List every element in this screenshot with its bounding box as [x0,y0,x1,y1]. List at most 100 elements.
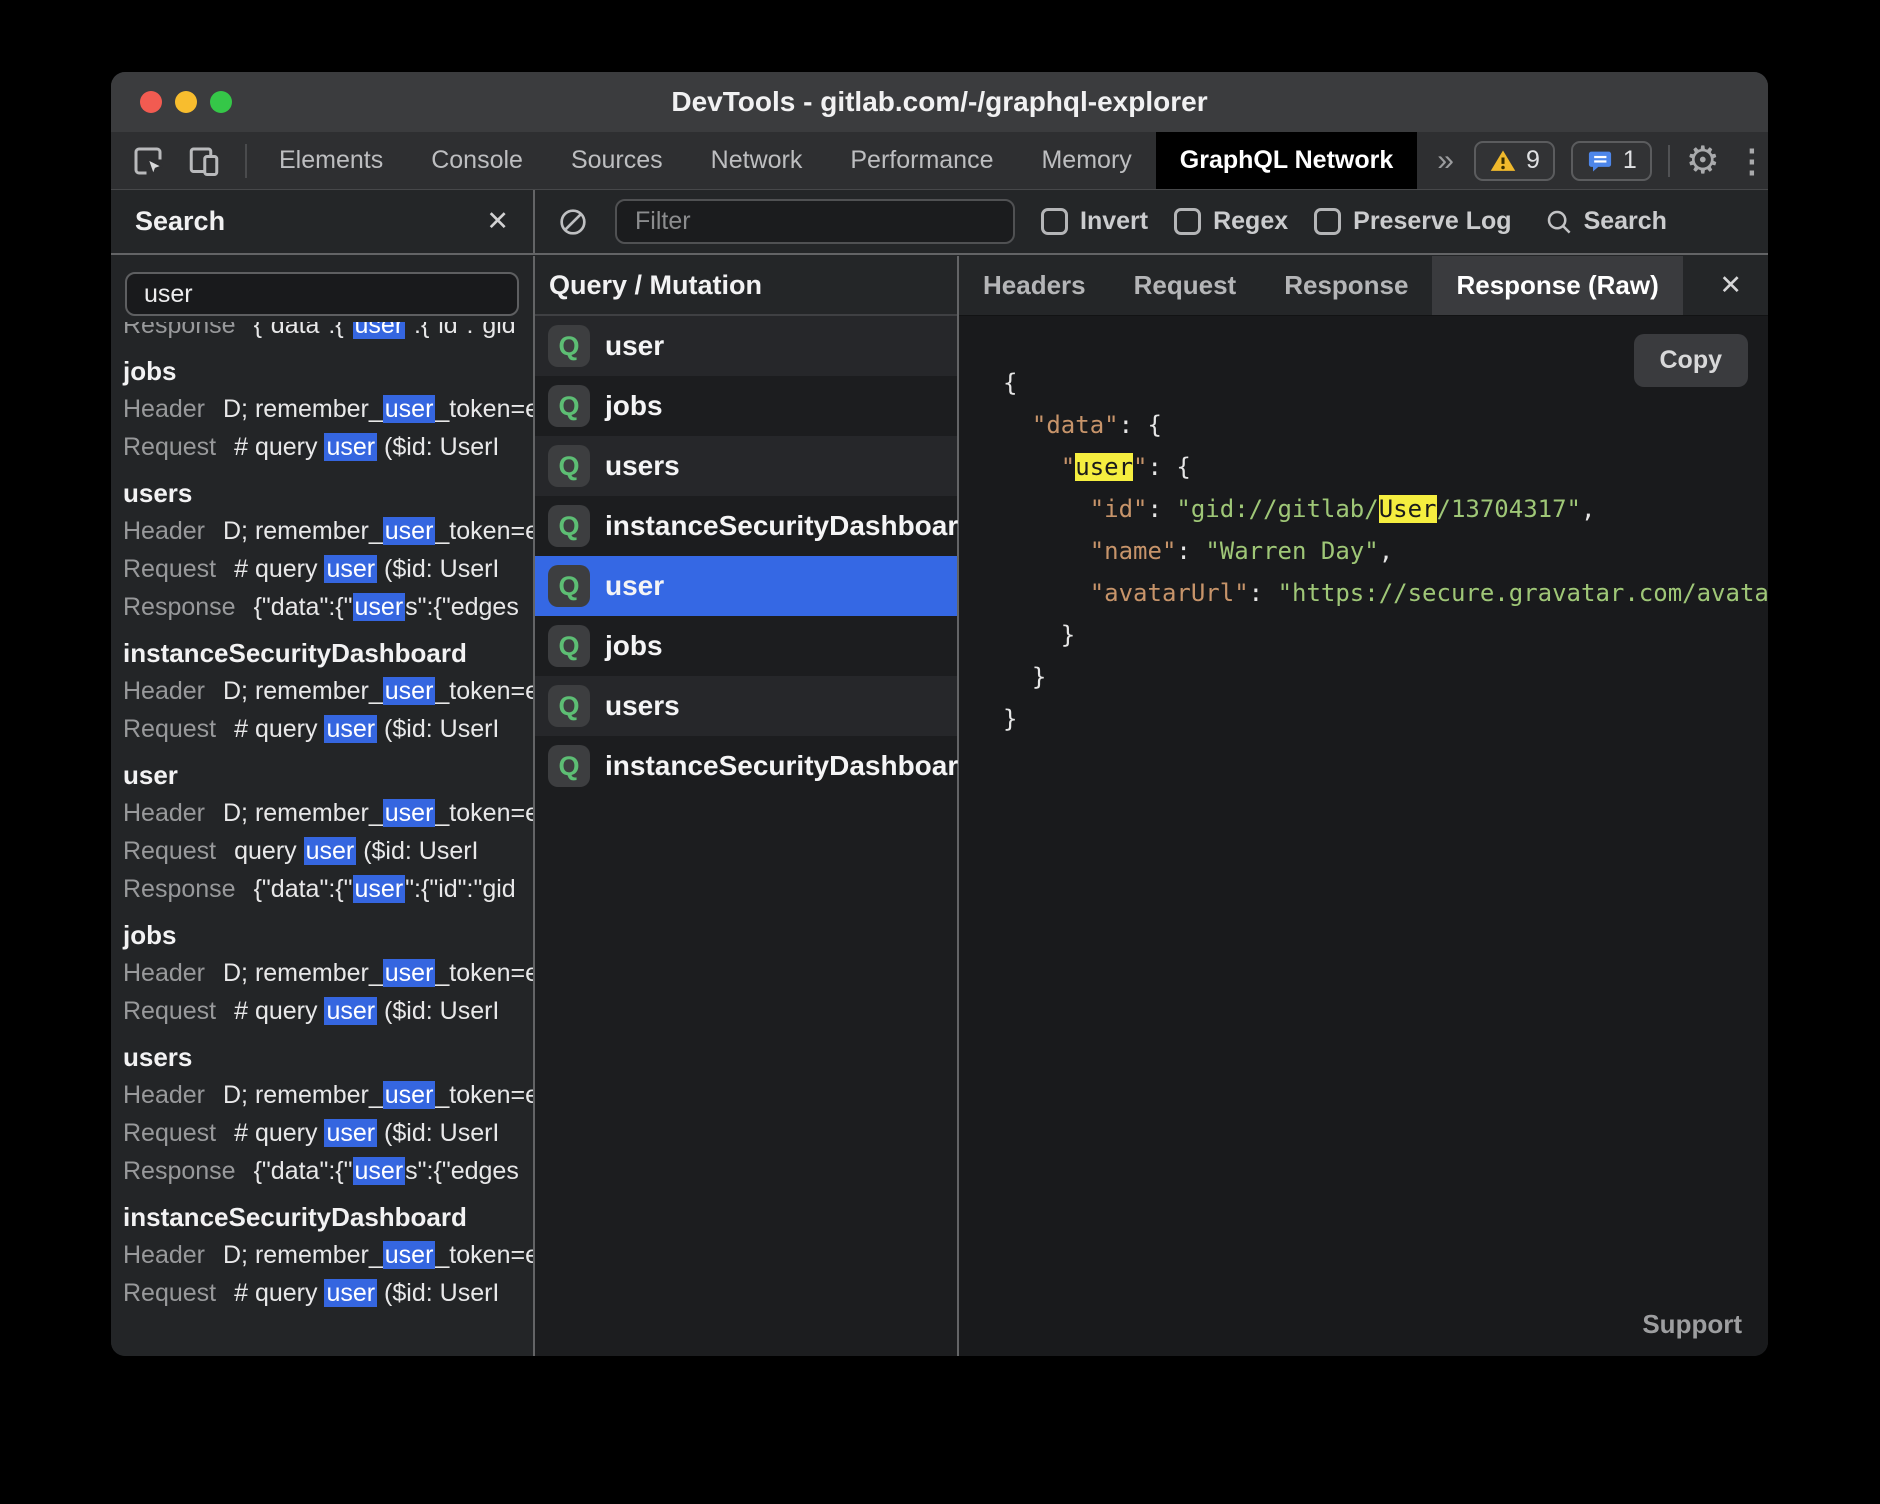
result-row[interactable]: Request# query user ($id: UserI [123,1274,533,1312]
window-title: DevTools - gitlab.com/-/graphql-explorer [671,86,1207,118]
result-row[interactable]: Request# query user ($id: UserI [123,1114,533,1152]
result-row[interactable]: HeaderD; remember_user_token=e [123,1076,533,1114]
result-row-label: Request [123,710,216,748]
detail-tab-request[interactable]: Request [1110,256,1261,315]
checkbox-invert[interactable] [1041,208,1068,235]
more-options-button[interactable]: ⋮ [1736,145,1768,177]
tab-memory[interactable]: Memory [1017,132,1155,189]
result-row[interactable]: Response{"data":{"user":{"id":"gid [123,870,533,908]
result-row[interactable]: Request# query user ($id: UserI [123,550,533,588]
result-row-label: Request [123,550,216,588]
checkbox-regex[interactable] [1174,208,1201,235]
match-highlight: user [383,1241,436,1269]
query-type-icon: Q [548,685,590,727]
match-highlight: user [383,799,436,827]
query-row-jobs[interactable]: Qjobs [535,376,957,436]
tab-sources[interactable]: Sources [547,132,687,189]
result-row-value: {"data":{"user":{"id":"gid [254,322,516,344]
search-results: Response{"data":{"user":{"id":"gidjobsHe… [111,322,533,1356]
query-row-user[interactable]: Quser [535,556,957,616]
query-row-jobs[interactable]: Qjobs [535,616,957,676]
support-link[interactable]: Support [1642,1309,1742,1340]
search-toggle-label: Search [1584,207,1667,236]
result-row[interactable]: Response{"data":{"users":{"edges [123,588,533,626]
query-row-users[interactable]: Qusers [535,676,957,736]
match-highlight: user [324,1119,377,1147]
result-row[interactable]: Requestquery user ($id: UserI [123,832,533,870]
result-section-title: instanceSecurityDashboard [123,1198,533,1236]
result-row[interactable]: Request# query user ($id: UserI [123,710,533,748]
close-detail-button[interactable]: ✕ [1719,270,1768,301]
result-row-value: D; remember_user_token=e [223,1236,533,1274]
query-row-label: user [605,570,664,602]
inspect-element-button[interactable] [125,138,171,184]
query-type-icon: Q [548,565,590,607]
match-highlight: user [383,1081,436,1109]
result-row[interactable]: HeaderD; remember_user_token=e [123,512,533,550]
tab-console[interactable]: Console [407,132,547,189]
query-row-user[interactable]: Quser [535,316,957,376]
checkbox-group-regex: Regex [1174,207,1288,236]
result-row-value: D; remember_user_token=e [223,672,533,710]
result-row[interactable]: HeaderD; remember_user_token=e [123,672,533,710]
tab-performance[interactable]: Performance [826,132,1017,189]
settings-gear-button[interactable]: ⚙ [1686,142,1720,180]
warning-icon [1489,147,1517,175]
query-row-instancesecuritydashboard[interactable]: QinstanceSecurityDashboard [535,496,957,556]
search-toggle[interactable]: Search [1544,207,1667,237]
result-row-value: # query user ($id: UserI [234,428,499,466]
detail-tab-response-raw[interactable]: Response (Raw) [1432,256,1682,315]
search-close-button[interactable]: ✕ [486,206,509,237]
query-type-icon: Q [548,325,590,367]
tab-network[interactable]: Network [687,132,827,189]
json-line: } [1003,698,1768,740]
result-row-label: Response [123,322,236,344]
tab-elements[interactable]: Elements [255,132,407,189]
zoom-window-button[interactable] [210,91,232,113]
query-row-users[interactable]: Qusers [535,436,957,496]
result-row-label: Request [123,428,216,466]
result-row[interactable]: Response {"data":{"user":{"id":"gid [123,322,533,344]
checkbox-preserve-log[interactable] [1314,208,1341,235]
detail-tab-response[interactable]: Response [1260,256,1432,315]
result-section: instanceSecurityDashboardHeader D; rememb… [123,1198,533,1312]
result-row-value: {"data":{"user":{"id":"gid [254,870,516,908]
more-tabs-button[interactable]: » [1417,132,1474,189]
console-warnings-badge[interactable]: 9 [1474,141,1555,181]
result-row-value: D; remember_user_token=e [223,954,533,992]
result-row[interactable]: Header D; remember_user_token=e [123,1236,533,1274]
result-row[interactable]: HeaderD; remember_user_token=e [123,954,533,992]
result-row-value: {"data":{"users":{"edges [254,1152,519,1190]
detail-tab-headers[interactable]: Headers [959,256,1110,315]
tab-graphql-network[interactable]: GraphQL Network [1156,132,1417,189]
result-row-label: Header [123,1236,205,1274]
minimize-window-button[interactable] [175,91,197,113]
result-row[interactable]: Request # query user ($id: UserI [123,428,533,466]
toolbar-divider [245,144,247,178]
json-line: } [1003,656,1768,698]
result-section-title: instanceSecurityDashboard [123,634,533,672]
filter-input[interactable] [615,199,1015,244]
result-row[interactable]: Response{"data":{"users":{"edges [123,1152,533,1190]
copy-button[interactable]: Copy [1634,334,1749,387]
filter-checkboxes: InvertRegexPreserve Log [1041,207,1512,236]
result-row[interactable]: HeaderD; remember_user_token=e [123,794,533,832]
result-row-value: D; remember_user_token=e [223,794,533,832]
result-row[interactable]: Request# query user ($id: UserI [123,992,533,1030]
match-highlight: user [383,517,436,545]
device-toolbar-button[interactable] [181,138,227,184]
clear-filter-icon[interactable] [557,206,589,238]
match-highlight: user [353,1157,406,1185]
controls-divider [1668,145,1670,177]
result-row-label: Request [123,992,216,1030]
match-highlight: user [353,875,406,903]
json-line: "id": "gid://gitlab/User/13704317", [1003,488,1768,530]
result-row[interactable]: HeaderD; remember_user_token=e [123,390,533,428]
query-row-instancesecuritydashboard[interactable]: QinstanceSecurityDashboard [535,736,957,796]
result-section-title: users [123,1038,533,1076]
match-highlight: user [324,997,377,1025]
search-input[interactable] [125,272,519,316]
match-highlight: user [324,433,377,461]
close-window-button[interactable] [140,91,162,113]
issues-badge[interactable]: 1 [1571,141,1652,181]
